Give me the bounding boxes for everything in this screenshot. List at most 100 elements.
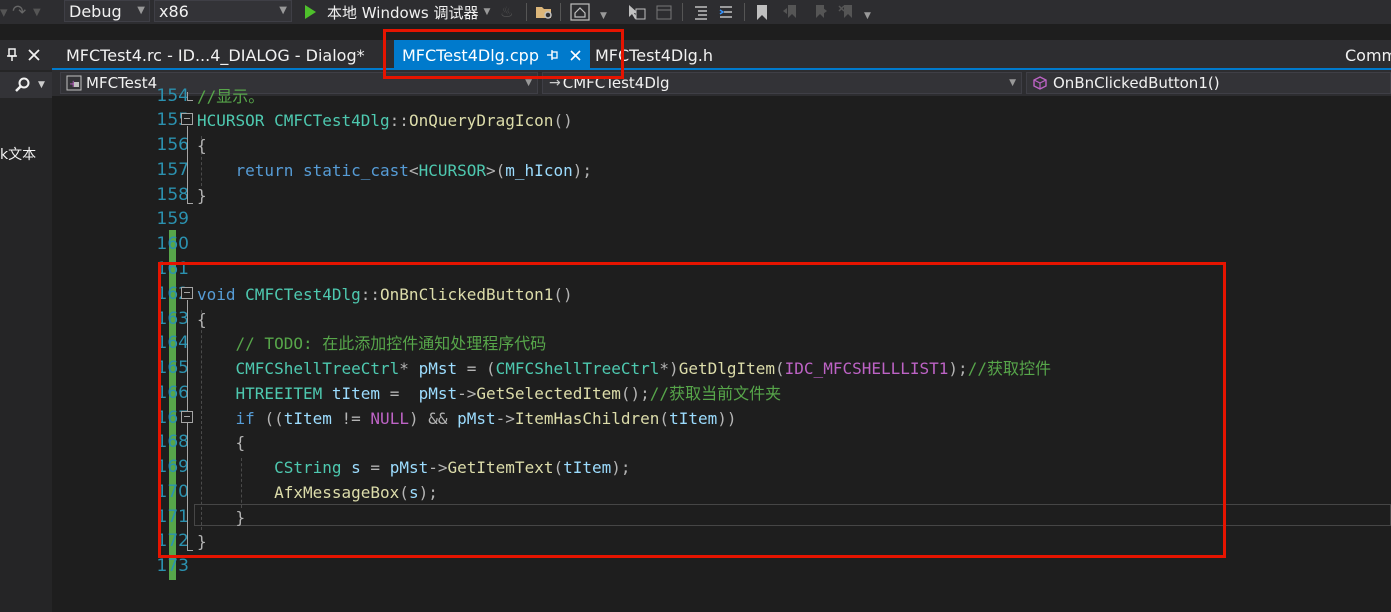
arrow-right-icon: → [549,75,561,91]
member-name: OnBnClickedButton1() [1053,74,1220,92]
step-icon[interactable] [626,0,646,24]
home-icon[interactable] [570,0,590,24]
toolbar-separator [744,0,745,24]
pin-icon[interactable] [6,48,18,62]
main-toolbar: ▾ ↷ ▼ Debug ▼ x86 ▼ 本地 Windows 调试器 ▼ ♨ ▼… [0,0,1391,24]
next-bookmark-icon[interactable] [810,0,828,24]
folder-icon [536,7,552,19]
document-tab-bar: MFCTest4.rc - ID...4_DIALOG - Dialog* MF… [52,40,1391,70]
panel-header [0,40,52,70]
collapse-toggle[interactable] [181,113,193,125]
indent-lines-icon[interactable] [693,0,711,24]
tab-label: Comm [1345,45,1391,65]
close-icon[interactable] [28,49,40,61]
line-number: 155 [156,110,189,130]
code-line-170: AfxMessageBox(s); [274,483,438,502]
hot-reload-icon[interactable]: ♨ [500,0,513,24]
line-number: 171 [156,507,189,527]
line-number: 157 [156,160,189,180]
close-icon[interactable] [570,50,581,61]
outline-line [187,203,193,204]
line-number: 154 [156,86,189,106]
open-folder-icon[interactable] [535,0,553,24]
line-number: 159 [156,209,189,229]
code-line-169: CString s = pMst->GetItemText(tItem); [274,458,631,477]
line-number: 156 [156,135,189,155]
code-line-156: { [197,136,207,155]
search-icon [15,77,30,92]
toolbar-overflow-icon[interactable]: ▼ [864,0,871,24]
current-line-highlight [194,504,1391,526]
tab-mfctest4dlg-cpp[interactable]: MFCTest4Dlg.cpp [394,40,590,70]
redo-icon[interactable]: ↷ [12,0,26,24]
code-line-165: CMFCShellTreeCtrl* pMst = (CMFCShellTree… [235,359,1051,378]
chevron-down-icon: ▼ [525,78,532,88]
clear-bookmarks-icon[interactable] [838,0,856,24]
prev-bookmark-icon[interactable] [782,0,800,24]
tab-label: MFCTest4Dlg.cpp [402,45,539,65]
outline-line [187,92,188,100]
outline-line [187,550,193,551]
line-number: 166 [156,383,189,403]
code-editor[interactable]: 154 155 156 157 158 159 160 161 162 163 … [52,86,1391,612]
bookmark-next-icon [816,4,827,18]
collapse-toggle[interactable] [181,287,193,299]
outline-line [187,126,188,203]
collapse-toggle[interactable] [181,411,193,423]
play-icon [305,5,316,19]
code-line-154: //显示。 [197,87,265,106]
toolbar-separator [526,0,527,24]
pin-tab-icon[interactable] [547,50,559,60]
start-debugger-button[interactable]: 本地 Windows 调试器 ▼ [302,0,490,24]
outline-line [187,300,188,550]
toolbar-separator [682,0,683,24]
redo-dropdown-icon[interactable]: ▼ [33,0,41,24]
comment-icon [719,6,732,18]
code-line-158: } [197,186,207,205]
tab-mfctest4-rc[interactable]: MFCTest4.rc - ID...4_DIALOG - Dialog* [66,40,365,70]
panel-search[interactable]: ▼ [0,72,52,98]
method-cube-icon [1033,76,1047,90]
chevron-down-icon[interactable]: ▼ [600,0,607,24]
house-icon [570,3,590,21]
layout-icon [656,5,672,20]
class-scope-combo[interactable]: → CMFCTest4Dlg ▼ [542,72,1022,94]
platform-combo[interactable]: x86 ▼ [154,0,292,22]
chevron-down-icon: ▼ [483,7,491,17]
bookmark-shape-icon [757,4,767,20]
project-icon: + [66,75,82,91]
member-combo[interactable]: OnBnClickedButton1() [1026,72,1391,94]
code-line-167: if ((tItem != NULL) && pMst->ItemHasChil… [235,409,737,428]
tab-mfctest4dlg-h[interactable]: MFCTest4Dlg.h [595,40,713,70]
tab-comm[interactable]: Comm [1345,40,1391,70]
chevron-down-icon: ▼ [137,5,145,16]
window-layout-icon[interactable] [655,0,673,24]
tab-label: MFCTest4Dlg.h [595,45,714,65]
bookmark-icon[interactable] [755,0,769,24]
line-number: 172 [156,531,189,551]
debugger-label: 本地 Windows 调试器 [327,3,479,22]
lines-icon [695,6,707,20]
chevron-down-icon: ▼ [279,5,287,16]
code-line-166: HTREEITEM tItem = pMst->GetSelectedItem(… [235,384,782,403]
code-line-157: return static_cast<HCURSOR>(m_hIcon); [235,161,592,180]
class-scope-name: CMFCTest4Dlg [562,74,670,92]
configuration-combo[interactable]: Debug ▼ [64,0,150,22]
tab-label: MFCTest4.rc - ID...4_DIALOG - Dialog* [66,45,365,65]
bookmark-clear-icon [838,4,852,18]
line-number: 173 [156,556,189,576]
comment-lines-icon[interactable] [718,0,736,24]
chevron-down-icon: ▼ [1009,78,1016,88]
undo-dropdown-icon[interactable]: ▾ [0,0,8,24]
platform-value: x86 [159,1,189,21]
line-number: 164 [156,333,189,353]
code-line-172: } [197,532,207,551]
line-number: 161 [156,259,189,279]
line-number: 158 [156,185,189,205]
code-line-171: } [235,508,246,527]
code-line-163: { [197,310,207,329]
chevron-down-icon: ▼ [38,80,45,90]
line-number: 169 [156,457,189,477]
solution-explorer-panel: ▼ k文本 [0,40,52,612]
line-number: 163 [156,309,189,329]
